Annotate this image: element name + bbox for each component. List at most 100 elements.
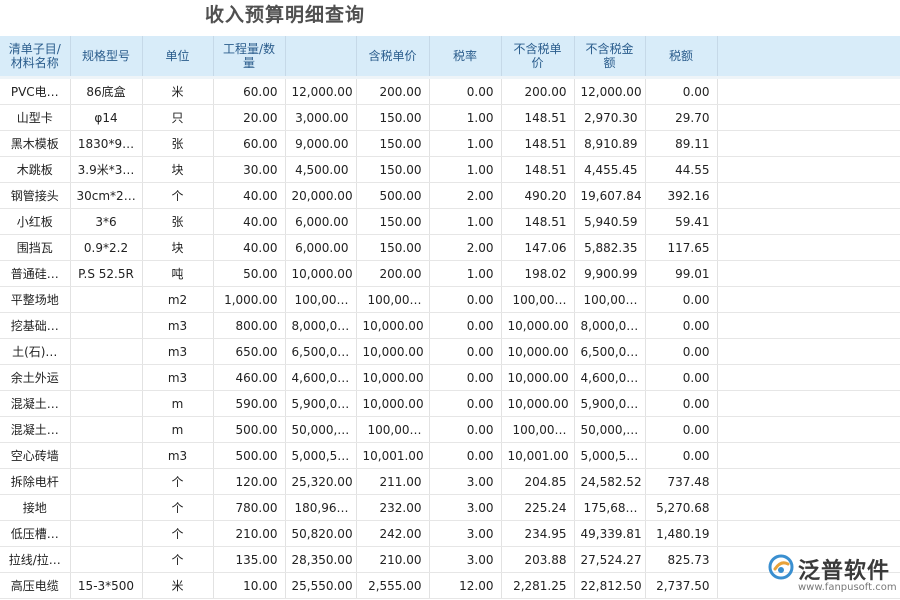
table-cell: 100,00… bbox=[356, 286, 430, 313]
table-cell-filler bbox=[717, 312, 900, 339]
table-cell: 40.00 bbox=[213, 208, 286, 235]
table-cell: 1.00 bbox=[429, 104, 502, 131]
table-cell: 1,480.19 bbox=[645, 520, 718, 547]
column-header-6[interactable]: 税率 bbox=[429, 36, 502, 78]
column-header-1[interactable]: 规格型号 bbox=[70, 36, 143, 78]
table-cell: 211.00 bbox=[356, 468, 430, 495]
table-cell-filler bbox=[717, 182, 900, 209]
table-cell: 50,000,… bbox=[285, 416, 357, 443]
table-cell bbox=[70, 338, 143, 365]
table-cell: 8,910.89 bbox=[574, 130, 646, 157]
table-cell: m3 bbox=[142, 364, 214, 391]
table-header-row: 清单子目/ 材料名称 规格型号 单位 工程量/数 量 含税单价 税率 不含税单 价不含税金 … bbox=[0, 36, 900, 78]
column-header-7[interactable]: 不含税单 价 bbox=[501, 36, 575, 78]
table-cell: 12.00 bbox=[429, 572, 502, 599]
table-cell: 40.00 bbox=[213, 182, 286, 209]
table-cell: 高压电缆 bbox=[0, 572, 71, 599]
table-row[interactable]: 小红板 3*6 张 40.00 6,000.00 150.00 1.00 148.51 5,94… bbox=[0, 208, 900, 235]
table-cell: 19,607.84 bbox=[574, 182, 646, 209]
table-cell-filler bbox=[717, 338, 900, 365]
table-row[interactable]: 黑木模板 1830*9… 张 60.00 9,000.00 150.00 1.00 148.5… bbox=[0, 130, 900, 157]
table-cell: m bbox=[142, 416, 214, 443]
table-cell-filler bbox=[717, 156, 900, 183]
column-header-0[interactable]: 清单子目/ 材料名称 bbox=[0, 36, 71, 78]
column-header-10[interactable] bbox=[717, 36, 900, 78]
table-cell: 0.00 bbox=[645, 390, 718, 417]
table-row[interactable]: 接地 个 780.00 180,96… 232.00 3.00 225.24 175,68… 5… bbox=[0, 494, 900, 521]
table-cell: 块 bbox=[142, 234, 214, 261]
table-row[interactable]: 土(石)… m3 650.00 6,500,0… 10,000.00 0.00 10,000… bbox=[0, 338, 900, 365]
table-cell: 86底盒 bbox=[70, 76, 143, 105]
table-cell: 175,68… bbox=[574, 494, 646, 521]
table-cell: 10,000.00 bbox=[285, 260, 357, 287]
table-cell: 100,00… bbox=[501, 416, 575, 443]
table-cell: 5,000,5… bbox=[574, 442, 646, 469]
table-cell: φ14 bbox=[70, 104, 143, 131]
table-row[interactable]: 山型卡 φ14 只 20.00 3,000.00 150.00 1.00 148.51 2,97… bbox=[0, 104, 900, 131]
table-row[interactable]: 混凝土… m 500.00 50,000,… 100,00… 0.00 100,00… 50,… bbox=[0, 416, 900, 443]
table-cell: 3.00 bbox=[429, 468, 502, 495]
table-cell: 150.00 bbox=[356, 208, 430, 235]
table-cell: 个 bbox=[142, 494, 214, 521]
table-cell: 混凝土… bbox=[0, 416, 71, 443]
table-cell: 28,350.00 bbox=[285, 546, 357, 573]
column-header-9[interactable]: 税额 bbox=[645, 36, 718, 78]
table-cell: 吨 bbox=[142, 260, 214, 287]
table-cell: 3.9米*3… bbox=[70, 156, 143, 183]
table-cell: m3 bbox=[142, 312, 214, 339]
table-cell: 500.00 bbox=[213, 442, 286, 469]
table-cell: 10.00 bbox=[213, 572, 286, 599]
table-cell: 0.00 bbox=[429, 364, 502, 391]
table-cell bbox=[70, 312, 143, 339]
table-row[interactable]: 挖基础… m3 800.00 8,000,0… 10,000.00 0.00 10,000.… bbox=[0, 312, 900, 339]
table-cell bbox=[70, 520, 143, 547]
table-cell: 1.00 bbox=[429, 156, 502, 183]
table-cell: 6,000.00 bbox=[285, 234, 357, 261]
table-cell: 2,970.30 bbox=[574, 104, 646, 131]
table-row[interactable]: 木跳板 3.9米*3… 块 30.00 4,500.00 150.00 1.00 148.51… bbox=[0, 156, 900, 183]
table-cell: 150.00 bbox=[356, 234, 430, 261]
table-cell: 10,000.00 bbox=[356, 338, 430, 365]
table-cell: 737.48 bbox=[645, 468, 718, 495]
table-row[interactable]: 空心砖墙 m3 500.00 5,000,5… 10,001.00 0.00 10,001.… bbox=[0, 442, 900, 469]
column-header-4[interactable] bbox=[285, 36, 357, 78]
table-cell: 825.73 bbox=[645, 546, 718, 573]
table-cell: 0.00 bbox=[429, 338, 502, 365]
table-cell: 5,270.68 bbox=[645, 494, 718, 521]
table-cell: 29.70 bbox=[645, 104, 718, 131]
table-body: PVC电… 86底盒米 60.00 12,000.00 200.00 0.00 200.00… bbox=[0, 76, 900, 599]
column-header-5[interactable]: 含税单价 bbox=[356, 36, 430, 78]
table-cell: 60.00 bbox=[213, 76, 286, 105]
table-row[interactable]: 混凝土… m 590.00 5,900,0… 10,000.00 0.00 10,000.0… bbox=[0, 390, 900, 417]
table-row[interactable]: 拆除电杆 个 120.00 25,320.00 211.00 3.00 204.85 24,5… bbox=[0, 468, 900, 495]
table-row[interactable]: 低压槽… 个 210.00 50,820.00 242.00 3.00 234.95 49,3… bbox=[0, 520, 900, 547]
table-row[interactable]: PVC电… 86底盒米 60.00 12,000.00 200.00 0.00 200.00… bbox=[0, 76, 900, 105]
table-cell: 个 bbox=[142, 468, 214, 495]
table-cell: 24,582.52 bbox=[574, 468, 646, 495]
table-cell-filler bbox=[717, 494, 900, 521]
table-cell: 49,339.81 bbox=[574, 520, 646, 547]
table-cell: 3.00 bbox=[429, 494, 502, 521]
table-row[interactable]: 普通硅… P.S 52.5R 吨 50.00 10,000.00 200.00 1.00 19… bbox=[0, 260, 900, 287]
table-row[interactable]: 高压电缆 15-3*500 米 10.00 25,550.00 2,555.00 12.00… bbox=[0, 572, 900, 599]
column-header-8[interactable]: 不含税金 额 bbox=[574, 36, 646, 78]
table-cell-filler bbox=[717, 260, 900, 287]
table-cell: 0.9*2.2 bbox=[70, 234, 143, 261]
table-cell: 27,524.27 bbox=[574, 546, 646, 573]
table-cell: 234.95 bbox=[501, 520, 575, 547]
table-row[interactable]: 拉线/拉… 个 135.00 28,350.00 210.00 3.00 203.88 27,… bbox=[0, 546, 900, 573]
table-row[interactable]: 余土外运 m3 460.00 4,600,0… 10,000.00 0.00 10,000.… bbox=[0, 364, 900, 391]
table-cell: 拆除电杆 bbox=[0, 468, 71, 495]
table-cell: 500.00 bbox=[356, 182, 430, 209]
column-header-3[interactable]: 工程量/数 量 bbox=[213, 36, 286, 78]
table-row[interactable]: 钢管接头 30cm*2… 个 40.00 20,000.00 500.00 2.00 490.… bbox=[0, 182, 900, 209]
table-cell: 490.20 bbox=[501, 182, 575, 209]
table-cell: 0.00 bbox=[645, 338, 718, 365]
table-cell: 6,500,0… bbox=[285, 338, 357, 365]
table-row[interactable]: 平整场地 m2 1,000.00 100,00… 100,00… 0.00 100,00… 1… bbox=[0, 286, 900, 313]
table-row[interactable]: 围挡瓦 0.9*2.2 块 40.00 6,000.00 150.00 2.00 147.06… bbox=[0, 234, 900, 261]
table-cell: 1.00 bbox=[429, 130, 502, 157]
table-cell: 148.51 bbox=[501, 156, 575, 183]
table-cell-filler bbox=[717, 234, 900, 261]
column-header-2[interactable]: 单位 bbox=[142, 36, 214, 78]
